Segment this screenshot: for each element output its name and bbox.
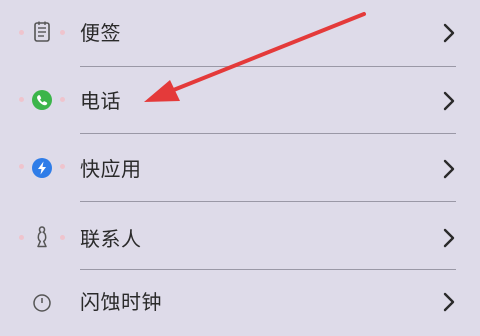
contacts-icon xyxy=(30,225,54,249)
phone-icon xyxy=(30,88,54,112)
list-item-label: 联系人 xyxy=(80,227,142,251)
quick-app-icon xyxy=(30,156,54,180)
settings-list: 便签 电话 快应用 联系人 闪蚀时钟 xyxy=(0,0,480,314)
list-item-label: 电话 xyxy=(80,89,121,113)
chevron-right-icon xyxy=(443,228,455,248)
list-item-quick-app[interactable]: 快应用 xyxy=(0,134,480,200)
list-item-clock[interactable]: 闪蚀时钟 xyxy=(0,270,480,336)
chevron-right-icon xyxy=(443,159,455,179)
list-item-contacts[interactable]: 联系人 xyxy=(0,202,480,268)
list-item-notes[interactable]: 便签 xyxy=(0,0,480,66)
list-item-label: 闪蚀时钟 xyxy=(80,290,162,314)
clock-icon xyxy=(30,291,54,315)
chevron-right-icon xyxy=(443,292,455,312)
chevron-right-icon xyxy=(443,23,455,43)
list-item-label: 快应用 xyxy=(80,157,142,181)
notes-icon xyxy=(30,20,54,44)
list-item-phone[interactable]: 电话 xyxy=(0,67,480,133)
chevron-right-icon xyxy=(443,91,455,111)
list-item-label: 便签 xyxy=(80,21,121,45)
